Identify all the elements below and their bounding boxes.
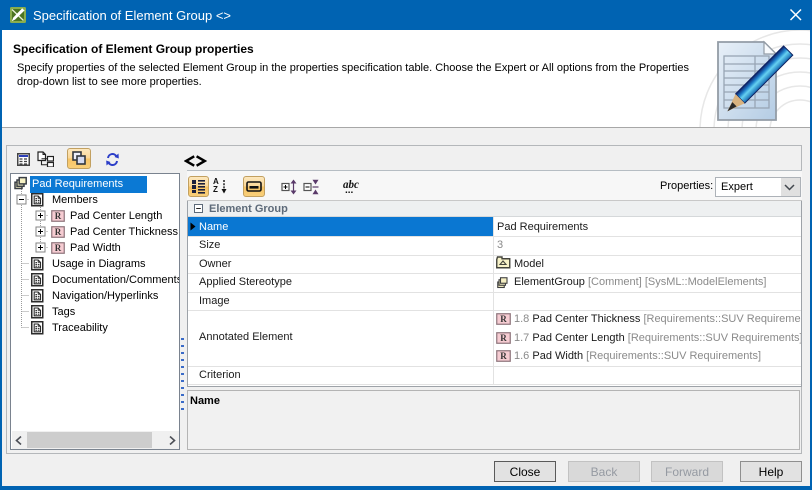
svg-text:R: R xyxy=(500,351,507,361)
svg-text:R: R xyxy=(500,314,507,324)
svg-text:R: R xyxy=(500,333,507,343)
